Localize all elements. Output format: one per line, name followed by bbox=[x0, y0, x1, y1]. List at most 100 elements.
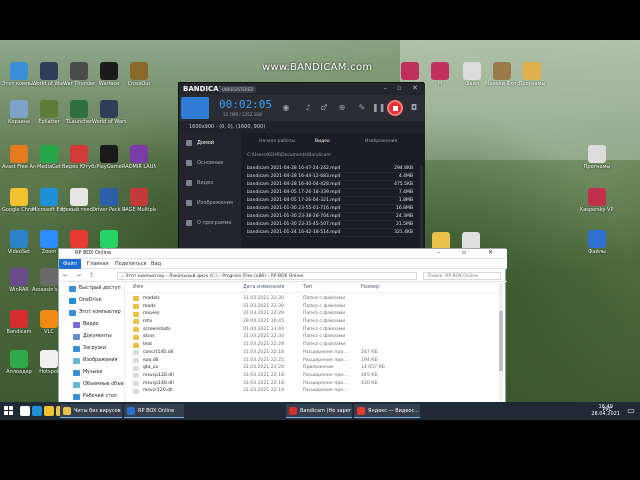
files-scrollbar[interactable] bbox=[420, 165, 423, 249]
ribbon-tab[interactable]: Файл bbox=[59, 259, 81, 269]
file-row[interactable]: mods 31.03.2021 22:30 Папка с файлами bbox=[127, 303, 497, 311]
notification-icon[interactable]: ▭ bbox=[626, 406, 636, 416]
bandicam-tab[interactable]: Изображения bbox=[355, 137, 397, 147]
column-name[interactable]: Имя bbox=[133, 285, 143, 290]
webcam-icon[interactable]: ◉ bbox=[281, 103, 291, 113]
desktop-icon[interactable]: TLauncher bbox=[62, 100, 96, 125]
file-row[interactable]: msvcr120.dll 31.03.2021 22:18 Расширение п… bbox=[127, 387, 497, 395]
column-type[interactable]: Тип bbox=[303, 285, 312, 290]
nav-pane-item[interactable]: Видео bbox=[59, 319, 124, 331]
ribbon-tab[interactable]: Вид bbox=[151, 261, 161, 267]
recorded-file-row[interactable]: bandicam 2021-01-24 16-42-18-514.mp4 321.… bbox=[247, 229, 413, 237]
ribbon-tab[interactable]: Поделиться bbox=[115, 261, 146, 267]
desktop-icon[interactable]: Аплоадер bbox=[2, 350, 36, 375]
pinned-app-icon[interactable] bbox=[20, 406, 30, 416]
desktop-icon[interactable]: Видео Ютуба bbox=[62, 145, 96, 170]
desktop-icon[interactable]: Avast Free Antivirus bbox=[2, 145, 36, 170]
bandicam-sidebar-item[interactable]: Видео bbox=[179, 173, 241, 193]
nav-pane-item[interactable]: Быстрый доступ bbox=[59, 283, 124, 295]
navigation-arrows[interactable]: ← → ↑ bbox=[63, 272, 97, 279]
file-row[interactable]: msvcp140.dll 31.03.2021 22:18 Расширение п… bbox=[127, 380, 497, 388]
microphone-icon[interactable]: ♂ bbox=[319, 103, 329, 113]
taskbar-task[interactable]: Bandicam (Не зарег... bbox=[286, 404, 352, 418]
explorer-window[interactable]: RP BOX Online – ▫ ✕ Файл Главная Поделитьс… bbox=[58, 248, 507, 415]
desktop-icon[interactable]: Корзина bbox=[2, 100, 36, 125]
nav-pane-item[interactable]: Документы bbox=[59, 331, 124, 343]
bandicam-sidebar-item[interactable]: Изображения bbox=[179, 193, 241, 213]
start-button[interactable] bbox=[4, 406, 14, 416]
desktop-icon[interactable]: RAGE Multiplayer bbox=[122, 188, 156, 213]
nav-pane-item[interactable]: Музыка bbox=[59, 367, 124, 379]
explorer-scrollbar[interactable] bbox=[499, 283, 503, 403]
speaker-icon[interactable]: ♪ bbox=[303, 103, 313, 113]
desktop-icon[interactable]: Прогнамы bbox=[515, 62, 549, 87]
nav-pane-item[interactable]: OneDrive bbox=[59, 295, 124, 307]
desktop-icon[interactable]: Epilatter bbox=[32, 100, 66, 125]
desktop-icon[interactable]: WinRAR bbox=[2, 268, 36, 293]
window-controls[interactable]: – ▫ ✕ bbox=[383, 84, 422, 92]
desktop-icon[interactable]: CrossOut bbox=[122, 62, 156, 87]
desktop-icon[interactable]: Новый текстов... bbox=[62, 188, 96, 213]
nav-pane-item[interactable]: Этот компьютер bbox=[59, 307, 124, 319]
desktop-icon[interactable]: Driver Pack Solution bbox=[92, 188, 126, 213]
desktop-icon[interactable]: Warface bbox=[92, 62, 126, 87]
recorded-file-row[interactable]: bandicam 2021-04-05 17-26-18-339.mp4 7.4M… bbox=[247, 189, 413, 197]
screen-recording-mode-button[interactable] bbox=[181, 97, 209, 119]
file-row[interactable]: concrt140.dll 31.03.2021 22:18 Расширение … bbox=[127, 349, 497, 357]
taskbar-task[interactable]: Читы без вирусов ... bbox=[60, 404, 122, 418]
search-input[interactable]: Поиск: RP BOX Online bbox=[423, 272, 501, 280]
desktop-icon[interactable]: Google Chrome bbox=[2, 188, 36, 213]
desktop-icon[interactable]: RADMIR LAUNCHER bbox=[122, 145, 156, 170]
column-date[interactable]: Дата изменения bbox=[243, 285, 284, 290]
explorer-titlebar[interactable]: RP BOX Online – ▫ ✕ bbox=[59, 249, 507, 259]
bandicam-tab[interactable]: Начало работы bbox=[249, 137, 295, 147]
file-row[interactable]: rsta 28.04.2021 16:45 Папка с файлами bbox=[127, 318, 497, 326]
desktop-icon[interactable]: Kaspersky VPN bbox=[580, 188, 614, 213]
ribbon-tab[interactable]: Главная bbox=[87, 261, 109, 267]
recorded-file-row[interactable]: bandicam 2021-04-28 16-40-04-428.mp4 475.… bbox=[247, 181, 413, 189]
clock[interactable]: 16:49 28.04.2021 bbox=[591, 404, 620, 418]
file-row[interactable]: skins 31.03.2021 22:30 Папка с файлами bbox=[127, 333, 497, 341]
file-row[interactable]: eax.dll 31.03.2021 22:25 Расширение при...… bbox=[127, 357, 497, 365]
desktop-icon[interactable]: World of Warships bbox=[32, 62, 66, 87]
cursor-icon[interactable]: ⊕ bbox=[337, 103, 347, 113]
bandicam-window[interactable]: BANDICAM UNREGISTERED – ▫ ✕ 00:02:05 12.… bbox=[178, 82, 425, 251]
bandicam-tab[interactable]: Видео bbox=[305, 137, 330, 147]
pinned-app-icon[interactable] bbox=[44, 406, 54, 416]
file-row[interactable]: text 31.03.2021 22:29 Папка с файлами bbox=[127, 341, 497, 349]
desktop-icon[interactable]: H bbox=[423, 62, 457, 87]
bandicam-sidebar-item[interactable]: О программе bbox=[179, 213, 241, 233]
desktop-icon[interactable]: Microsoft Edge bbox=[32, 188, 66, 213]
window-controls[interactable]: – ▫ ✕ bbox=[437, 249, 503, 256]
taskbar-task[interactable]: Яндекс — Видеос... bbox=[354, 404, 420, 418]
nav-pane-item[interactable]: Загрузки bbox=[59, 343, 124, 355]
bandicam-sidebar-item[interactable]: Основные bbox=[179, 153, 241, 173]
camera-icon[interactable]: ◘ bbox=[409, 103, 419, 113]
desktop-icon[interactable]: VideoSet bbox=[2, 230, 36, 255]
stop-recording-button[interactable] bbox=[387, 100, 403, 116]
desktop-icon[interactable]: Прогнамы bbox=[580, 145, 614, 170]
file-row[interactable]: screenshots 01.04.2021 13:44 Папка с файла… bbox=[127, 326, 497, 334]
file-row[interactable]: gta_sa 31.03.2021 22:20 Приложение 14 057 К… bbox=[127, 364, 497, 372]
file-row[interactable]: msvcp120.dll 31.03.2021 22:18 Расширение п… bbox=[127, 372, 497, 380]
nav-pane-item[interactable]: Изображения bbox=[59, 355, 124, 367]
file-row[interactable]: models 31.03.2021 22:30 Папка с файлами bbox=[127, 295, 497, 303]
desktop-icon[interactable]: War Thunder bbox=[62, 62, 96, 87]
pinned-app-icon[interactable] bbox=[32, 406, 42, 416]
desktop-icon[interactable]: MediaGet bbox=[32, 145, 66, 170]
nav-pane-item[interactable]: Объемные объекты bbox=[59, 379, 124, 391]
taskbar-task[interactable]: RP BOX Online bbox=[124, 404, 184, 418]
desktop-icon[interactable]: PlayGame bbox=[92, 145, 126, 170]
bandicam-sidebar-item[interactable]: Домой bbox=[179, 133, 241, 153]
pen-icon[interactable]: ✎ bbox=[357, 103, 367, 113]
address-bar[interactable]: › Этот компьютер › Локальный диск (C:) ›… bbox=[117, 272, 417, 280]
recorded-file-row[interactable]: bandicam 2021-01-30 23-55-01-716.mp4 16.8… bbox=[247, 205, 413, 213]
column-size[interactable]: Размер bbox=[361, 285, 379, 290]
recorded-file-row[interactable]: bandicam 2021-01-30 23-38-28-704.mp4 24.3… bbox=[247, 213, 413, 221]
desktop-icon[interactable]: Файлы bbox=[580, 230, 614, 255]
file-row[interactable]: movies 31.03.2021 22:29 Папка с файлами bbox=[127, 310, 497, 318]
desktop-icon[interactable]: Файл bbox=[455, 62, 489, 87]
desktop-icon[interactable]: Bandicam bbox=[2, 310, 36, 335]
desktop-icon[interactable]: World of Warships bbox=[92, 100, 126, 125]
recorded-file-row[interactable]: bandicam 2021-04-28 16-44-12-683.mp4 4.4M… bbox=[247, 173, 413, 181]
